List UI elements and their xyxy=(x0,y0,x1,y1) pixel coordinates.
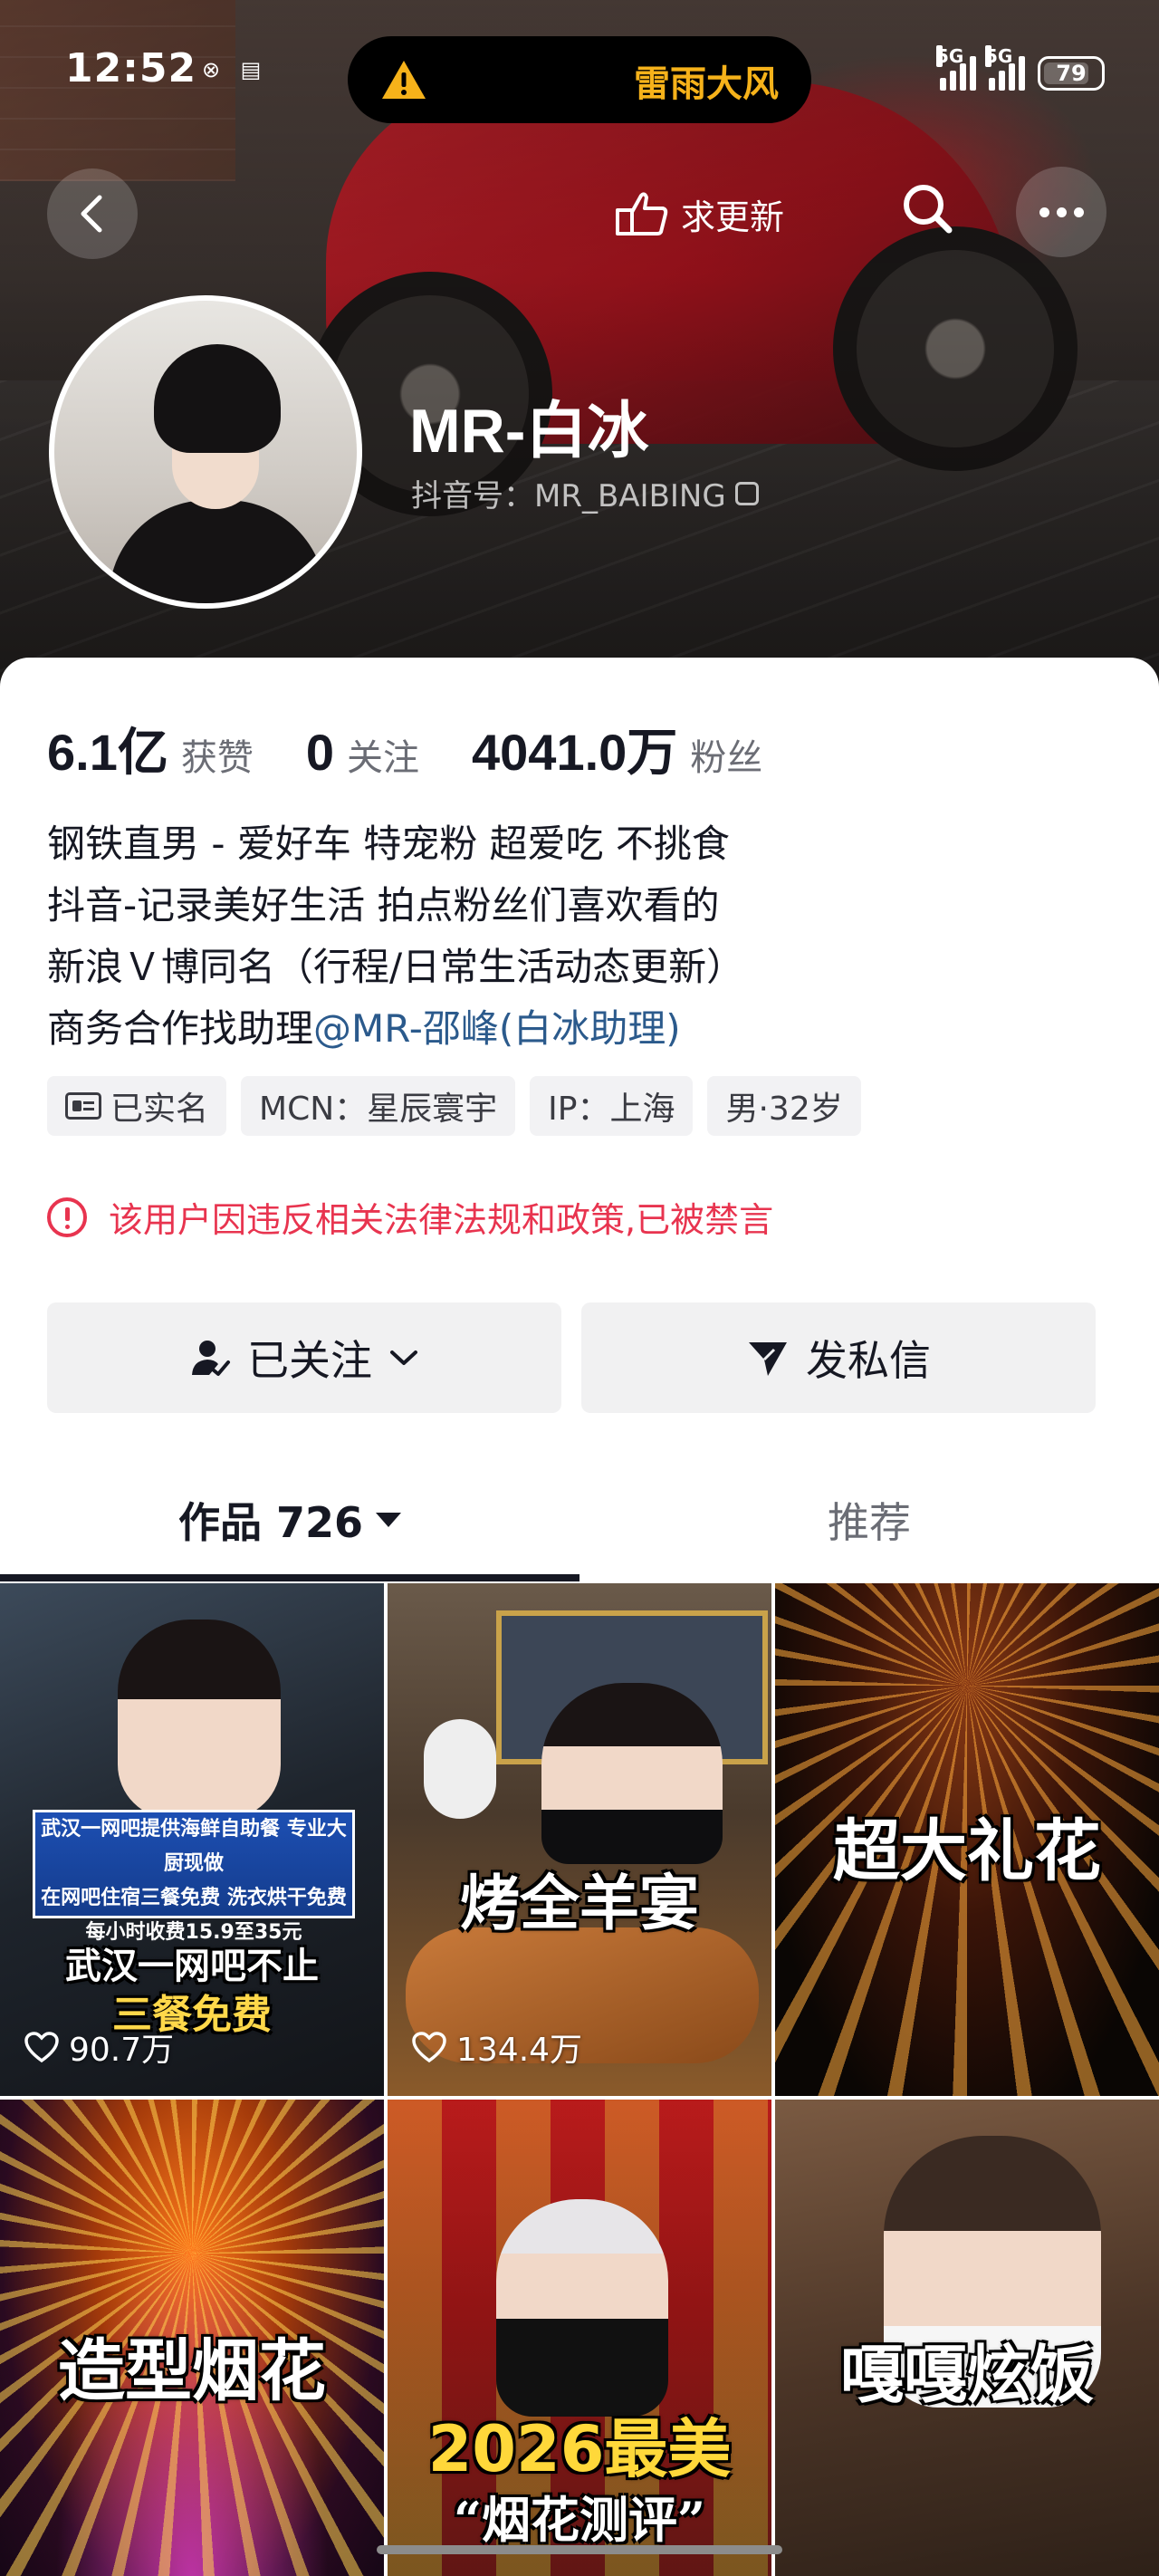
video-thumbnail[interactable]: 造型烟花 xyxy=(0,2100,384,2576)
pointing-hand-icon xyxy=(616,192,668,235)
profile-sheet: 6.1亿 获赞 0 关注 4041.0万 粉丝 钢铁直男 - 爱好车 特宠粉 超… xyxy=(0,658,1159,2576)
heart-icon xyxy=(24,2032,59,2063)
ban-notice-text: 该用户因违反相关法律法规和政策,已被禁言 xyxy=(109,1200,774,1240)
id-card-icon xyxy=(65,1092,101,1120)
bio-contact-prefix: 商务合作找助理 xyxy=(47,1006,314,1051)
assistant-mention-link[interactable]: @MR-邵峰(白冰助理) xyxy=(313,1006,681,1051)
video-caption: 超大礼花 xyxy=(833,1812,1101,1890)
tag-mcn-label: MCN：星辰寰宇 xyxy=(259,1091,498,1128)
profile-stats: 6.1亿 获赞 0 关注 4041.0万 粉丝 xyxy=(47,712,815,785)
tag-verified-label: 已实名 xyxy=(110,1091,209,1128)
tab-works-label: 作品 726 xyxy=(177,1498,364,1547)
stat-followers-label: 粉丝 xyxy=(690,737,763,779)
video-thumbnail[interactable]: 超大礼花 xyxy=(775,1583,1159,2096)
stat-following[interactable]: 0 关注 xyxy=(306,723,419,782)
active-tab-indicator xyxy=(0,1574,580,1581)
warning-icon xyxy=(382,61,426,99)
alert-circle-icon xyxy=(47,1197,87,1237)
banner-line: 在网吧住宿三餐免费 洗衣烘干免费 xyxy=(41,1887,347,1909)
search-icon xyxy=(904,185,953,234)
douyin-id[interactable]: 抖音号：MR_BAIBING xyxy=(411,471,759,515)
video-caption: 造型烟花 xyxy=(58,2332,326,2410)
send-icon xyxy=(749,1342,787,1376)
stat-following-label: 关注 xyxy=(347,737,420,779)
video-grid: 武汉一网吧提供海鲜自助餐 专业大厨现做 在网吧住宿三餐免费 洗衣烘干免费 每小时… xyxy=(0,1583,1159,2576)
content-tabs: 作品 726 推荐 xyxy=(0,1460,1159,1580)
request-update-button[interactable]: 求更新 xyxy=(612,185,784,243)
video-likes-count: 134.4万 xyxy=(456,2032,583,2069)
app-notification-icon: ⊗ xyxy=(201,57,221,82)
news-banner: 武汉一网吧提供海鲜自助餐 专业大厨现做 在网吧住宿三餐免费 洗衣烘干免费 每小时… xyxy=(33,1810,355,1944)
video-likes: 134.4万 xyxy=(411,2023,582,2071)
chevron-down-icon xyxy=(390,1350,417,1365)
bio-line: 抖音-记录美好生活 拍点粉丝们喜欢看的 xyxy=(47,883,720,928)
douyin-id-text: 抖音号：MR_BAIBING xyxy=(411,478,726,514)
search-button[interactable] xyxy=(896,178,960,241)
request-update-label: 求更新 xyxy=(681,197,785,237)
tag-ip: IP：上海 xyxy=(530,1076,694,1136)
stat-followers[interactable]: 4041.0万 粉丝 xyxy=(472,712,762,785)
bio-line: 钢铁直男 - 爱好车 特宠粉 超爱吃 不挑食 xyxy=(47,822,730,866)
profile-bio: 钢铁直男 - 爱好车 特宠粉 超爱吃 不挑食 抖音-记录美好生活 拍点粉丝们喜欢… xyxy=(47,813,744,1060)
chevron-left-icon xyxy=(81,195,102,233)
video-likes-count: 90.7万 xyxy=(69,2032,175,2069)
user-check-icon xyxy=(192,1341,230,1376)
status-right: 5G 5G 79 xyxy=(936,45,1105,91)
more-horizontal-icon xyxy=(1039,207,1049,217)
message-notification-icon: ▤ xyxy=(240,57,262,82)
status-notification-icons: ⊗ ▤ xyxy=(197,56,264,83)
profile-name: MR-白冰 xyxy=(409,397,649,466)
following-button[interactable]: 已关注 xyxy=(47,1302,561,1413)
tab-recommend[interactable]: 推荐 xyxy=(580,1460,1159,1580)
status-bar: 12:52 ⊗ ▤ 雷雨大风 5G 5G 79 xyxy=(0,36,1159,123)
message-button[interactable]: 发私信 xyxy=(581,1302,1096,1413)
back-button[interactable] xyxy=(47,168,138,259)
message-button-label: 发私信 xyxy=(806,1336,931,1385)
video-caption: 2026最美 xyxy=(427,2412,732,2486)
video-caption: 烤全羊宴 xyxy=(460,1868,699,1938)
signal-icon-2: 5G xyxy=(985,45,1025,91)
battery-percent: 79 xyxy=(1056,61,1087,86)
network-type-2: 5G xyxy=(985,45,1013,67)
following-button-label: 已关注 xyxy=(247,1336,372,1385)
video-caption: 嘎嘎炫饭 xyxy=(840,2337,1094,2412)
video-thumbnail[interactable]: 武汉一网吧提供海鲜自助餐 专业大厨现做 在网吧住宿三餐免费 洗衣烘干免费 每小时… xyxy=(0,1583,384,2096)
tab-works[interactable]: 作品 726 xyxy=(0,1460,580,1580)
stat-likes[interactable]: 6.1亿 获赞 xyxy=(47,712,254,785)
battery-icon: 79 xyxy=(1038,56,1105,91)
tag-gender-age: 男·32岁 xyxy=(707,1076,861,1136)
video-thumbnail[interactable]: 2026最美 “烟花测评” xyxy=(388,2100,771,2576)
signal-icon-1: 5G xyxy=(936,45,976,91)
bio-line: 商务合作找助理@MR-邵峰(白冰助理) xyxy=(47,998,744,1060)
network-type-1: 5G xyxy=(936,45,964,67)
stat-followers-value: 4041.0万 xyxy=(472,724,678,781)
tab-recommend-label: 推荐 xyxy=(828,1498,911,1547)
home-indicator[interactable] xyxy=(377,2545,782,2554)
tag-ip-label: IP：上海 xyxy=(548,1091,675,1128)
stat-following-value: 0 xyxy=(305,724,335,781)
bio-line: 新浪Ｖ博同名（行程/日常生活动态更新） xyxy=(47,945,745,989)
caret-down-icon xyxy=(376,1513,402,1527)
profile-tags: 已实名 MCN：星辰寰宇 IP：上海 男·32岁 xyxy=(47,1076,861,1136)
status-time: 12:52 xyxy=(65,45,197,91)
video-caption: “烟花测评” xyxy=(453,2491,706,2549)
ban-notice: 该用户因违反相关法律法规和政策,已被禁言 xyxy=(47,1192,773,1242)
video-likes: 90.7万 xyxy=(24,2023,174,2071)
stat-likes-value: 6.1亿 xyxy=(47,724,168,781)
tag-mcn[interactable]: MCN：星辰寰宇 xyxy=(241,1076,516,1136)
tag-verified[interactable]: 已实名 xyxy=(47,1076,227,1136)
video-thumbnail[interactable]: 嘎嘎炫饭 xyxy=(775,2100,1159,2576)
weather-alert-text: 雷雨大风 xyxy=(634,63,779,105)
copy-icon[interactable] xyxy=(734,481,759,505)
avatar[interactable] xyxy=(49,295,362,609)
banner-line: 武汉一网吧提供海鲜自助餐 专业大厨现做 xyxy=(41,1818,347,1875)
more-button[interactable] xyxy=(1016,167,1106,257)
tag-gender-age-label: 男·32岁 xyxy=(725,1091,843,1128)
profile-actions: 已关注 发私信 xyxy=(47,1302,1096,1413)
dynamic-island[interactable]: 雷雨大风 xyxy=(348,36,811,123)
heart-icon xyxy=(412,2032,446,2063)
video-thumbnail[interactable]: 烤全羊宴 134.4万 xyxy=(388,1583,771,2096)
stat-likes-label: 获赞 xyxy=(180,737,254,779)
